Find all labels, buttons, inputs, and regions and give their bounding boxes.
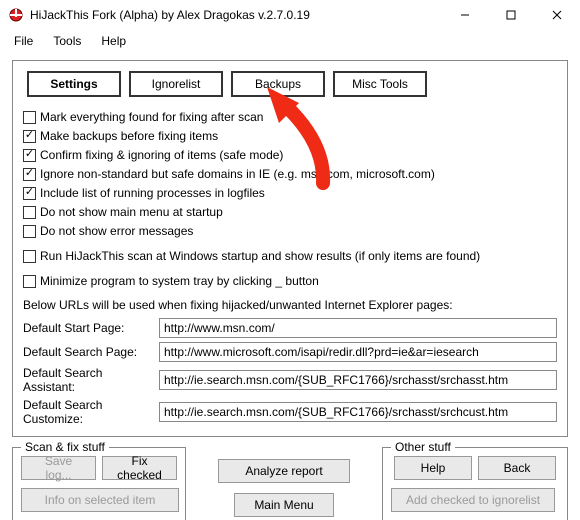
main-menu-button[interactable]: Main Menu [234,493,334,517]
tab-settings[interactable]: Settings [27,71,121,97]
help-button[interactable]: Help [394,456,472,480]
label-default-assist: Default Search Assistant: [23,366,153,394]
check-no-main-menu[interactable]: Do not show main menu at startup [23,204,557,221]
tab-ignorelist[interactable]: Ignorelist [129,71,223,97]
checkbox-icon[interactable] [23,275,36,288]
check-minimize-tray[interactable]: Minimize program to system tray by click… [23,273,557,290]
back-button[interactable]: Back [478,456,556,480]
checkbox-icon[interactable] [23,250,36,263]
check-ignore-nonstd[interactable]: Ignore non-standard but safe domains in … [23,166,557,183]
label-default-search: Default Search Page: [23,345,153,359]
tab-row: Settings Ignorelist Backups Misc Tools [27,71,557,97]
input-default-search[interactable] [159,342,557,362]
menu-help[interactable]: Help [93,32,134,50]
window-title: HiJackThis Fork (Alpha) by Alex Dragokas… [30,8,442,22]
label-default-custom: Default Search Customize: [23,398,153,426]
group-other: Other stuff Help Back Add checked to ign… [382,447,568,520]
check-label: Make backups before fixing items [40,128,218,145]
check-label: Do not show error messages [40,223,193,240]
group-scan-fix: Scan & fix stuff Save log... Fix checked… [12,447,186,520]
minimize-button[interactable] [442,0,488,30]
close-button[interactable] [534,0,580,30]
url-note: Below URLs will be used when fixing hija… [23,298,557,312]
check-no-err[interactable]: Do not show error messages [23,223,557,240]
check-label: Run HiJackThis scan at Windows startup a… [40,248,480,265]
check-label: Mark everything found for fixing after s… [40,109,263,126]
check-make-backups[interactable]: Make backups before fixing items [23,128,557,145]
legend-other: Other stuff [391,440,455,454]
app-icon [8,7,24,23]
check-include-procs[interactable]: Include list of running processes in log… [23,185,557,202]
checkbox-icon[interactable] [23,111,36,124]
tab-misc-tools[interactable]: Misc Tools [333,71,427,97]
check-label: Confirm fixing & ignoring of items (safe… [40,147,283,164]
checkbox-icon[interactable] [23,168,36,181]
window-controls [442,0,580,30]
input-default-start[interactable] [159,318,557,338]
analyze-report-button[interactable]: Analyze report [218,459,350,483]
info-selected-button[interactable]: Info on selected item [21,488,179,512]
add-ignore-button[interactable]: Add checked to ignorelist [391,488,555,512]
checkbox-icon[interactable] [23,225,36,238]
check-confirm-fix[interactable]: Confirm fixing & ignoring of items (safe… [23,147,557,164]
content-area: Settings Ignorelist Backups Misc Tools M… [0,54,580,520]
checkbox-icon[interactable] [23,187,36,200]
settings-checks: Mark everything found for fixing after s… [23,109,557,290]
checkbox-icon[interactable] [23,206,36,219]
group-middle: Analyze report Main Menu [194,447,374,520]
check-run-at-startup[interactable]: Run HiJackThis scan at Windows startup a… [23,248,557,265]
save-log-button[interactable]: Save log... [21,456,96,480]
label-default-start: Default Start Page: [23,321,153,335]
menu-tools[interactable]: Tools [45,32,89,50]
check-label: Minimize program to system tray by click… [40,273,319,290]
menu-file[interactable]: File [6,32,41,50]
checkbox-icon[interactable] [23,149,36,162]
check-mark-everything[interactable]: Mark everything found for fixing after s… [23,109,557,126]
check-label: Do not show main menu at startup [40,204,223,221]
input-default-custom[interactable] [159,402,557,422]
check-label: Include list of running processes in log… [40,185,265,202]
tab-backups[interactable]: Backups [231,71,325,97]
check-label: Ignore non-standard but safe domains in … [40,166,435,183]
title-bar: HiJackThis Fork (Alpha) by Alex Dragokas… [0,0,580,30]
url-grid: Default Start Page: Default Search Page:… [23,318,557,426]
legend-scan-fix: Scan & fix stuff [21,440,109,454]
menu-bar: File Tools Help [0,30,580,54]
input-default-assist[interactable] [159,370,557,390]
fix-checked-button[interactable]: Fix checked [102,456,177,480]
maximize-button[interactable] [488,0,534,30]
bottom-row: Scan & fix stuff Save log... Fix checked… [12,447,568,520]
checkbox-icon[interactable] [23,130,36,143]
main-panel: Settings Ignorelist Backups Misc Tools M… [12,60,568,437]
